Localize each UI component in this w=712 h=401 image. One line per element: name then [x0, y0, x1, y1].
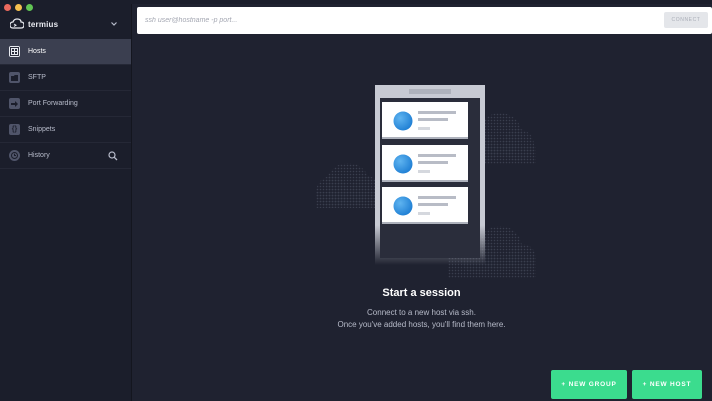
quick-connect-bar: CONNECT [137, 7, 712, 34]
sidebar-item-snippets[interactable]: {} Snippets [0, 117, 131, 143]
server-unit-3 [382, 187, 468, 224]
sidebar-item-label: Port Forwarding [28, 100, 78, 107]
termius-logo-icon [10, 18, 24, 29]
window-controls [4, 4, 33, 11]
sidebar-item-label: History [28, 152, 50, 159]
server-rack [375, 85, 485, 265]
close-window-button[interactable] [4, 4, 11, 11]
sidebar-item-label: Hosts [28, 48, 46, 55]
folder-icon [9, 72, 20, 83]
minimize-window-button[interactable] [15, 4, 22, 11]
sidebar-item-history[interactable]: History [0, 143, 131, 169]
connect-button[interactable]: CONNECT [664, 12, 708, 28]
sidebar-item-port-forwarding[interactable]: Port Forwarding [0, 91, 131, 117]
empty-state-line-2: Once you've added hosts, you'll find the… [337, 320, 506, 329]
server-unit-2 [382, 145, 468, 182]
hosts-icon [9, 46, 20, 57]
sidebar-item-sftp[interactable]: SFTP [0, 65, 131, 91]
braces-icon: {} [9, 124, 20, 135]
arrow-icon [9, 98, 20, 109]
sidebar-item-label: Snippets [28, 126, 56, 133]
maximize-window-button[interactable] [26, 4, 33, 11]
ssh-command-input[interactable] [145, 14, 545, 27]
empty-state-title: Start a session [382, 287, 461, 299]
empty-state-illustration [316, 85, 536, 278]
empty-state-line-1: Connect to a new host via ssh. [367, 308, 476, 317]
new-group-button[interactable]: + NEW GROUP [551, 370, 627, 399]
title-strip [131, 0, 712, 4]
cloud-left [316, 163, 382, 208]
new-host-button[interactable]: + NEW HOST [632, 370, 702, 399]
sidebar-item-hosts[interactable]: Hosts [0, 39, 131, 65]
empty-state-description: Connect to a new host via ssh. Once you'… [131, 307, 712, 331]
clock-icon [9, 150, 20, 161]
search-icon[interactable] [108, 150, 118, 161]
account-switcher[interactable]: termius [10, 14, 119, 34]
chevron-down-icon[interactable] [109, 19, 119, 29]
sidebar-item-label: SFTP [28, 74, 46, 81]
sidebar: termius Hosts SFTP Port Forwarding {} Sn… [0, 0, 132, 401]
app-name: termius [28, 19, 59, 29]
server-unit-1 [382, 102, 468, 139]
sidebar-nav: Hosts SFTP Port Forwarding {} Snippets H… [0, 39, 131, 169]
